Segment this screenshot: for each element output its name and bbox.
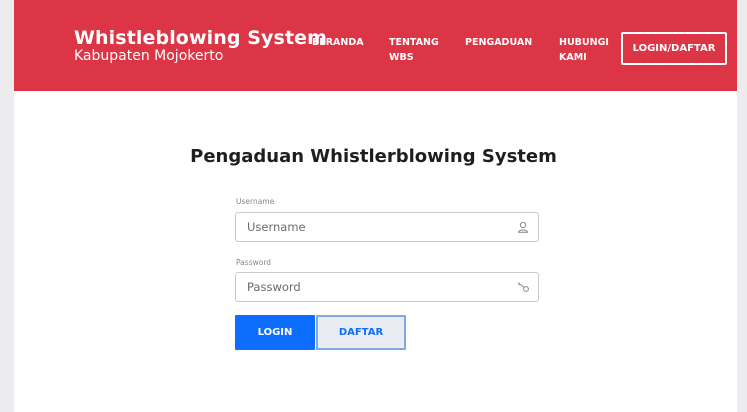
- username-label: Username: [236, 197, 275, 206]
- nav-label-line2: WBS: [389, 52, 414, 63]
- user-icon: [508, 213, 538, 241]
- brand[interactable]: Whistleblowing System Kabupaten Mojokert…: [74, 28, 327, 64]
- password-input[interactable]: [236, 273, 508, 301]
- window-frame-right: [737, 0, 747, 412]
- nav-label-line2: KAMI: [559, 52, 587, 63]
- register-button[interactable]: DAFTAR: [316, 315, 406, 350]
- nav-label: PENGADUAN: [465, 37, 533, 48]
- main-content: [14, 91, 737, 412]
- username-input[interactable]: [236, 213, 508, 241]
- nav-label-line1: TENTANG: [389, 37, 439, 48]
- password-field[interactable]: [235, 272, 539, 302]
- username-field[interactable]: [235, 212, 539, 242]
- nav-item-tentang-wbs[interactable]: TENTANG WBS: [389, 35, 439, 65]
- brand-title: Whistleblowing System: [74, 27, 328, 49]
- nav-item-hubungi-kami[interactable]: HUBUNGI KAMI: [559, 35, 609, 65]
- nav-label-line1: HUBUNGI: [559, 37, 609, 48]
- nav-label: BERANDA: [312, 37, 364, 48]
- nav-item-beranda[interactable]: BERANDA: [312, 35, 364, 50]
- password-label: Password: [236, 258, 272, 267]
- brand-subtitle: Kabupaten Mojokerto: [74, 48, 224, 64]
- login-register-button[interactable]: LOGIN/DAFTAR: [621, 32, 727, 65]
- login-button[interactable]: LOGIN: [235, 315, 315, 350]
- nav-item-pengaduan[interactable]: PENGADUAN: [465, 35, 532, 50]
- key-icon: [508, 273, 538, 301]
- window-frame-left: [0, 0, 14, 412]
- page-title: Pengaduan Whistlerblowing System: [190, 146, 557, 167]
- site-header: Whistleblowing System Kabupaten Mojokert…: [14, 0, 737, 91]
